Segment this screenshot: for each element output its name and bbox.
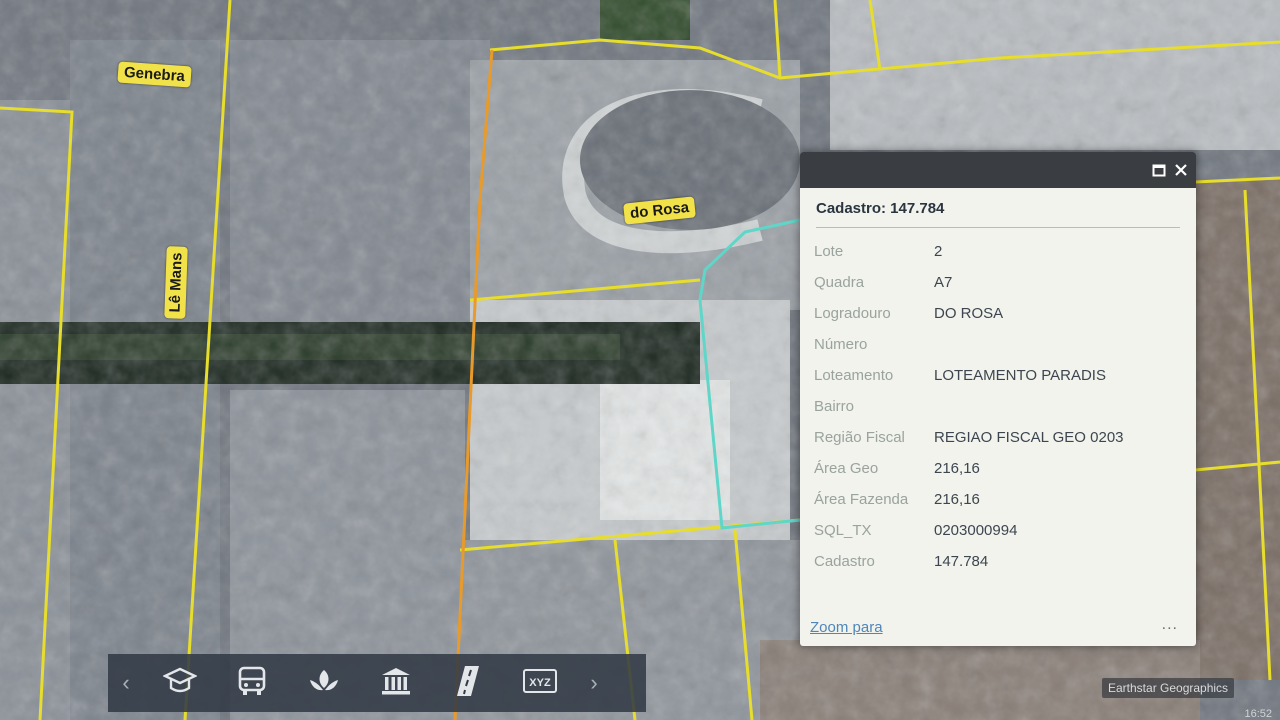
more-options-button[interactable]: ... <box>1162 616 1178 634</box>
education-layer-button[interactable] <box>144 654 216 712</box>
coordinates-layer-button[interactable]: XYZ <box>504 654 576 712</box>
popup-title-bar <box>800 152 1196 188</box>
field-value: DO ROSA <box>934 305 1004 322</box>
toolbar-prev-button[interactable]: ‹ <box>108 654 144 712</box>
field-label: Área Geo <box>814 460 879 477</box>
zoom-to-link[interactable]: Zoom para <box>810 619 883 636</box>
clock: 16:52 <box>1244 708 1272 720</box>
layer-toolbar: ‹ XYZ › <box>108 654 646 712</box>
maximize-icon[interactable] <box>1152 163 1166 177</box>
field-label: Loteamento <box>814 367 894 384</box>
bus-layer-button[interactable] <box>216 654 288 712</box>
field-value: 0203000994 <box>934 522 1018 539</box>
table-row: Lote 2 <box>814 236 1124 267</box>
field-value: 147.784 <box>934 553 989 570</box>
field-value: LOTEAMENTO PARADIS <box>934 367 1106 384</box>
environment-layer-button[interactable] <box>288 654 360 712</box>
close-icon[interactable] <box>1174 163 1188 177</box>
table-row: Quadra A7 <box>814 267 1124 298</box>
table-row: SQL_TX 0203000994 <box>814 515 1124 546</box>
field-value: 216,16 <box>934 491 980 508</box>
table-row: Número <box>814 329 1124 360</box>
table-row: Logradouro DO ROSA <box>814 298 1124 329</box>
field-label: SQL_TX <box>814 522 872 539</box>
field-value: A7 <box>934 274 953 291</box>
table-row: Bairro <box>814 391 1124 422</box>
field-value: 216,16 <box>934 460 980 477</box>
street-label-le-mans: Lê Mans <box>164 246 188 319</box>
xyz-label: XYZ <box>529 677 551 689</box>
field-value: REGIAO FISCAL GEO 0203 <box>934 429 1124 446</box>
education-icon <box>162 666 198 701</box>
bus-icon <box>237 665 267 702</box>
leaf-icon <box>307 666 341 701</box>
xyz-icon: XYZ <box>522 665 558 702</box>
institution-layer-button[interactable] <box>360 654 432 712</box>
field-label: Lote <box>814 243 844 260</box>
table-row: Região Fiscal REGIAO FISCAL GEO 0203 <box>814 422 1124 453</box>
field-label: Cadastro <box>814 553 875 570</box>
field-label: Número <box>814 336 868 353</box>
field-value <box>934 329 1124 360</box>
toolbar-next-button[interactable]: › <box>576 654 612 712</box>
road-layer-button[interactable] <box>432 654 504 712</box>
field-value: 2 <box>934 243 943 260</box>
table-row: Área Fazenda 216,16 <box>814 484 1124 515</box>
field-label: Área Fazenda <box>814 491 909 508</box>
field-value <box>934 391 1124 422</box>
popup-title: Cadastro: 147.784 <box>816 200 1180 228</box>
field-label: Região Fiscal <box>814 429 905 446</box>
parcel-info-popup: Cadastro: 147.784 Lote 2 Quadra A7 Logrado… <box>800 152 1196 646</box>
institution-icon <box>379 665 413 702</box>
attribute-table: Lote 2 Quadra A7 Logradouro DO ROSA Número … <box>814 236 1124 577</box>
road-icon <box>453 664 483 703</box>
table-row: Loteamento LOTEAMENTO PARADIS <box>814 360 1124 391</box>
field-label: Quadra <box>814 274 865 291</box>
field-label: Bairro <box>814 398 855 415</box>
map-attribution: Earthstar Geographics <box>1102 678 1235 698</box>
table-row: Cadastro 147.784 <box>814 546 1124 577</box>
table-row: Área Geo 216,16 <box>814 453 1124 484</box>
field-label: Logradouro <box>814 305 891 322</box>
